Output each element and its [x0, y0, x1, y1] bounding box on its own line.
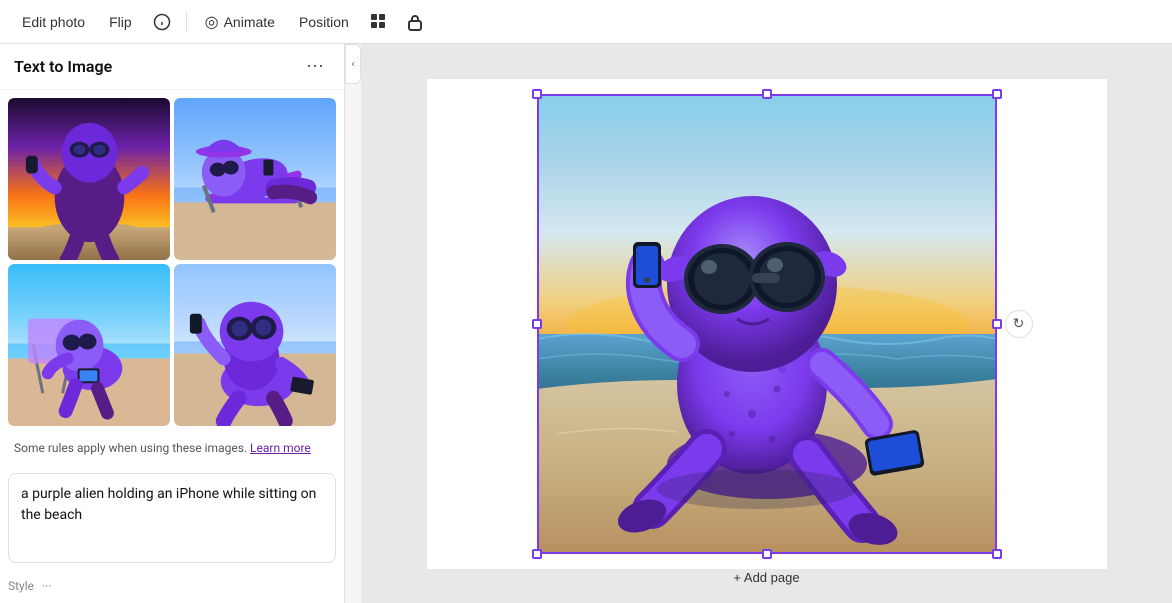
lock-button[interactable]	[399, 6, 431, 38]
main-alien-image	[537, 94, 997, 554]
panel-more-button[interactable]: ⋯	[300, 54, 330, 79]
prompt-textarea[interactable]	[8, 473, 336, 563]
style-section: Style ···	[0, 575, 344, 597]
canvas-area: ↻ + Add page	[361, 44, 1172, 603]
selected-image-container[interactable]: ↻	[537, 94, 997, 554]
animate-icon: ◎	[205, 12, 219, 32]
edit-photo-button[interactable]: Edit photo	[12, 8, 95, 36]
rules-message: Some rules apply when using these images…	[14, 441, 247, 455]
grid-image-4[interactable]	[174, 264, 336, 426]
flip-button[interactable]: Flip	[99, 8, 142, 36]
handle-middle-left[interactable]	[532, 319, 542, 329]
handle-bottom-left[interactable]	[532, 549, 542, 559]
grid-image-2[interactable]	[174, 98, 336, 260]
toolbar-divider-1	[186, 12, 187, 32]
position-label: Position	[299, 14, 349, 30]
animate-label: Animate	[224, 14, 275, 30]
grid-image-3[interactable]	[8, 264, 170, 426]
top-toolbar: Edit photo Flip ◎ Animate Position	[0, 0, 1172, 44]
canvas-page: ↻	[427, 79, 1107, 569]
learn-more-link[interactable]: Learn more	[250, 441, 311, 455]
left-panel: Text to Image ⋯	[0, 44, 345, 603]
add-page-label: + Add page	[733, 570, 799, 585]
image-grid	[0, 90, 344, 434]
add-page-button[interactable]: + Add page	[719, 564, 813, 591]
grid-button[interactable]	[363, 6, 395, 38]
style-options: ···	[42, 579, 51, 593]
main-layout: Text to Image ⋯	[0, 44, 1172, 603]
more-icon: ⋯	[306, 56, 324, 76]
animate-button[interactable]: ◎ Animate	[195, 6, 285, 38]
panel-title: Text to Image	[14, 57, 112, 76]
handle-top-middle[interactable]	[762, 89, 772, 99]
handle-bottom-middle[interactable]	[762, 549, 772, 559]
handle-top-left[interactable]	[532, 89, 542, 99]
handle-top-right[interactable]	[992, 89, 1002, 99]
prompt-section	[0, 465, 344, 575]
panel-collapse-handle[interactable]: ‹	[345, 44, 361, 84]
panel-header: Text to Image ⋯	[0, 44, 344, 90]
handle-bottom-right[interactable]	[992, 549, 1002, 559]
rules-text: Some rules apply when using these images…	[0, 434, 344, 465]
rotate-button[interactable]: ↻	[1005, 310, 1033, 338]
edit-photo-label: Edit photo	[22, 14, 85, 30]
position-button[interactable]: Position	[289, 8, 359, 36]
info-button[interactable]	[146, 6, 178, 38]
grid-image-1[interactable]	[8, 98, 170, 260]
flip-label: Flip	[109, 14, 132, 30]
handle-middle-right[interactable]	[992, 319, 1002, 329]
style-label: Style	[8, 579, 34, 593]
